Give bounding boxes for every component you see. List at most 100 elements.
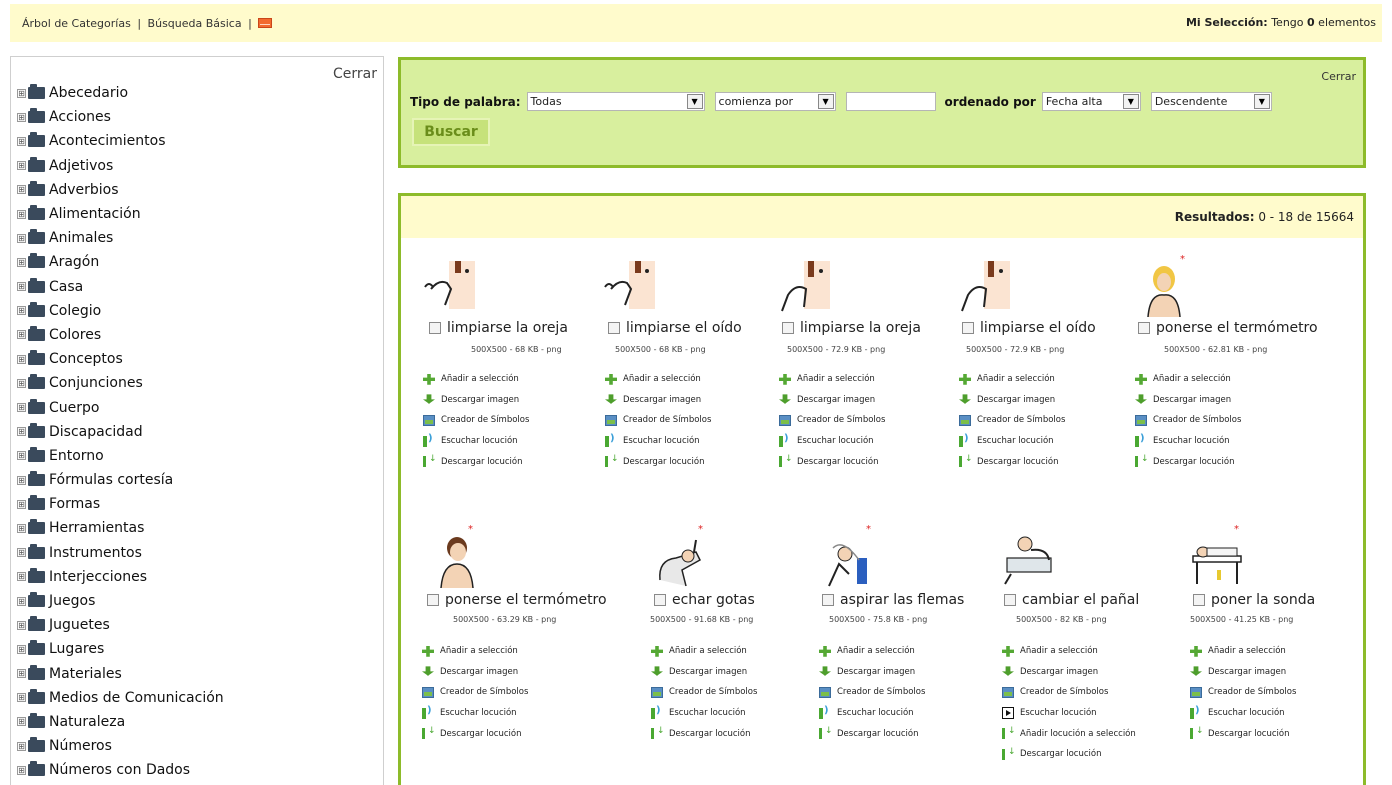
symbol-creator-link[interactable]: Creador de Símbolos — [605, 410, 711, 431]
download-audio-link[interactable]: Descargar locución — [423, 451, 529, 472]
pictogram-image[interactable] — [1134, 259, 1194, 319]
select-checkbox[interactable] — [1193, 594, 1205, 606]
category-item[interactable]: ⊞ Animales — [17, 226, 224, 250]
select-checkbox[interactable] — [1138, 322, 1150, 334]
expand-icon[interactable]: ⊞ — [17, 475, 26, 485]
category-item[interactable]: ⊞ Números — [17, 734, 224, 758]
pictogram-image[interactable] — [954, 259, 1014, 319]
chevron-down-icon[interactable]: ▼ — [1253, 94, 1270, 109]
pictogram-image[interactable] — [819, 530, 879, 590]
symbol-creator-link[interactable]: Creador de Símbolos — [1135, 410, 1241, 431]
symbol-creator-link[interactable]: Creador de Símbolos — [1002, 682, 1136, 703]
expand-icon[interactable]: ⊞ — [17, 596, 26, 606]
category-item[interactable]: ⊞ Aragón — [17, 250, 224, 274]
listen-audio-link[interactable]: Escuchar locución — [959, 431, 1065, 452]
expand-icon[interactable]: ⊞ — [17, 523, 26, 533]
expand-icon[interactable]: ⊞ — [17, 88, 26, 98]
add-to-selection-link[interactable]: Añadir a selección — [423, 369, 529, 390]
category-item[interactable]: ⊞ Conjunciones — [17, 371, 224, 395]
expand-icon[interactable]: ⊞ — [17, 378, 26, 388]
download-image-link[interactable]: Descargar imagen — [423, 390, 529, 411]
select-checkbox[interactable] — [782, 322, 794, 334]
expand-icon[interactable]: ⊞ — [17, 451, 26, 461]
listen-audio-link[interactable]: Escuchar locución — [422, 703, 528, 724]
download-image-link[interactable]: Descargar imagen — [779, 390, 885, 411]
category-item[interactable]: ⊞ Interjecciones — [17, 565, 224, 589]
download-audio-link[interactable]: Descargar locución — [819, 723, 925, 744]
expand-icon[interactable]: ⊞ — [17, 282, 26, 292]
symbol-creator-link[interactable]: Creador de Símbolos — [819, 682, 925, 703]
pictogram-image[interactable] — [774, 259, 834, 319]
download-image-link[interactable]: Descargar imagen — [605, 390, 711, 411]
category-item[interactable]: ⊞ Acontecimientos — [17, 129, 224, 153]
expand-icon[interactable]: ⊞ — [17, 161, 26, 171]
category-item[interactable]: ⊞ Discapacidad — [17, 420, 224, 444]
expand-icon[interactable]: ⊞ — [17, 741, 26, 751]
category-item[interactable]: ⊞ Instrumentos — [17, 541, 224, 565]
category-item[interactable]: ⊞ Adverbios — [17, 178, 224, 202]
symbol-creator-link[interactable]: Creador de Símbolos — [1190, 682, 1296, 703]
chevron-down-icon[interactable]: ▼ — [1122, 94, 1139, 109]
select-checkbox[interactable] — [962, 322, 974, 334]
category-tree-link[interactable]: Árbol de Categorías — [22, 17, 131, 30]
listen-audio-link[interactable]: Escuchar locución — [1002, 703, 1136, 724]
category-item[interactable]: ⊞ Números con Dados — [17, 758, 224, 782]
category-item[interactable]: ⊞ Alimentación — [17, 202, 224, 226]
category-item[interactable]: ⊞ Herramientas — [17, 516, 224, 540]
match-select[interactable]: comienza por ▼ — [714, 92, 836, 111]
order-by-select[interactable]: Fecha alta ▼ — [1041, 92, 1141, 111]
category-item[interactable]: ⊞ Naturaleza — [17, 710, 224, 734]
listen-audio-link[interactable]: Escuchar locución — [1190, 703, 1296, 724]
search-button[interactable]: Buscar — [412, 118, 490, 146]
expand-icon[interactable]: ⊞ — [17, 306, 26, 316]
expand-icon[interactable]: ⊞ — [17, 499, 26, 509]
listen-audio-link[interactable]: Escuchar locución — [819, 703, 925, 724]
basic-search-link[interactable]: Búsqueda Básica — [148, 17, 242, 30]
listen-audio-link[interactable]: Escuchar locución — [605, 431, 711, 452]
sidebar-close-button[interactable]: Cerrar — [333, 66, 377, 82]
category-item[interactable]: ⊞ Medios de Comunicación — [17, 686, 224, 710]
download-image-link[interactable]: Descargar imagen — [1002, 662, 1136, 683]
category-item[interactable]: ⊞ Cuerpo — [17, 395, 224, 419]
download-image-link[interactable]: Descargar imagen — [651, 662, 757, 683]
category-item[interactable]: ⊞ Formas — [17, 492, 224, 516]
category-item[interactable]: ⊞ Entorno — [17, 444, 224, 468]
search-close-button[interactable]: Cerrar — [1321, 70, 1356, 83]
select-checkbox[interactable] — [654, 594, 666, 606]
category-item[interactable]: ⊞ Fórmulas cortesía — [17, 468, 224, 492]
expand-icon[interactable]: ⊞ — [17, 717, 26, 727]
add-to-selection-link[interactable]: Añadir a selección — [1190, 641, 1296, 662]
chevron-down-icon[interactable]: ▼ — [686, 94, 703, 109]
expand-icon[interactable]: ⊞ — [17, 669, 26, 679]
listen-audio-link[interactable]: Escuchar locución — [1135, 431, 1241, 452]
pictogram-image[interactable] — [419, 259, 479, 319]
expand-icon[interactable]: ⊞ — [17, 354, 26, 364]
add-to-selection-link[interactable]: Añadir a selección — [422, 641, 528, 662]
add-to-selection-link[interactable]: Añadir a selección — [605, 369, 711, 390]
category-item[interactable]: ⊞ Colores — [17, 323, 224, 347]
word-type-select[interactable]: Todas ▼ — [526, 92, 705, 111]
category-item[interactable]: ⊞ Lugares — [17, 637, 224, 661]
download-audio-link[interactable]: Descargar locución — [422, 723, 528, 744]
add-audio-to-selection-link[interactable]: Añadir locución a selección — [1002, 723, 1136, 744]
download-audio-link[interactable]: Descargar locución — [1190, 723, 1296, 744]
expand-icon[interactable]: ⊞ — [17, 185, 26, 195]
expand-icon[interactable]: ⊞ — [17, 112, 26, 122]
download-audio-link[interactable]: Descargar locución — [1135, 451, 1241, 472]
expand-icon[interactable]: ⊞ — [17, 693, 26, 703]
symbol-creator-link[interactable]: Creador de Símbolos — [423, 410, 529, 431]
symbol-creator-link[interactable]: Creador de Símbolos — [651, 682, 757, 703]
download-audio-link[interactable]: Descargar locución — [1002, 744, 1136, 765]
select-checkbox[interactable] — [1004, 594, 1016, 606]
download-image-link[interactable]: Descargar imagen — [422, 662, 528, 683]
category-item[interactable]: ⊞ Materiales — [17, 662, 224, 686]
listen-audio-link[interactable]: Escuchar locución — [651, 703, 757, 724]
expand-icon[interactable]: ⊞ — [17, 330, 26, 340]
select-checkbox[interactable] — [822, 594, 834, 606]
pictogram-image[interactable] — [1001, 530, 1061, 590]
download-image-link[interactable]: Descargar imagen — [959, 390, 1065, 411]
select-checkbox[interactable] — [427, 594, 439, 606]
download-audio-link[interactable]: Descargar locución — [605, 451, 711, 472]
symbol-creator-link[interactable]: Creador de Símbolos — [422, 682, 528, 703]
category-item[interactable]: ⊞ Acciones — [17, 105, 224, 129]
